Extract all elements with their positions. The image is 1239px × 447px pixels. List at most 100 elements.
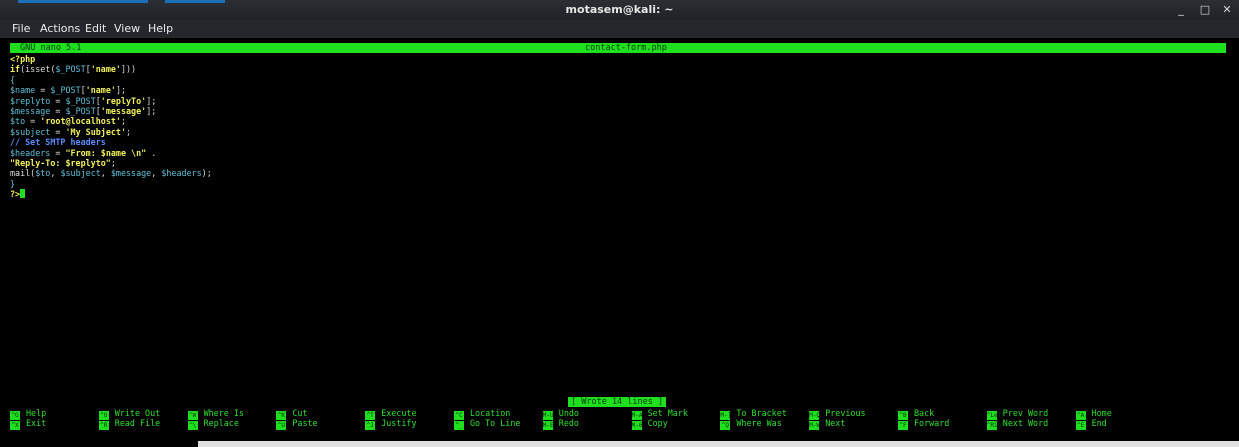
code-token: = bbox=[25, 116, 41, 127]
shortcut-label: Read File bbox=[114, 418, 161, 429]
shortcut-item: ^E End bbox=[1075, 418, 1107, 431]
shortcut-item: ^_ Go To Line bbox=[454, 418, 521, 431]
shortcut-item: ^R Read File bbox=[98, 418, 161, 431]
code-token: $replyto bbox=[10, 95, 51, 106]
shortcut-item: ^F Forward bbox=[898, 418, 950, 431]
code-line: $headers = "From: $name \n" . bbox=[10, 148, 212, 158]
code-token: 'My Subject' bbox=[65, 126, 126, 137]
menu-edit[interactable]: Edit bbox=[85, 22, 106, 35]
code-token: = bbox=[35, 85, 51, 96]
code-token: ; bbox=[126, 126, 132, 137]
code-token: = bbox=[50, 147, 66, 158]
code-token: ]; bbox=[146, 95, 157, 106]
code-line: // Set SMTP headers bbox=[10, 137, 212, 147]
shortcut-label: Cut bbox=[292, 408, 308, 418]
code-token: 'name' bbox=[90, 64, 121, 75]
shortcut-item: M-W Next bbox=[809, 418, 846, 431]
menu-file[interactable]: File bbox=[12, 22, 30, 35]
shortcut-item: ^X Exit bbox=[10, 418, 47, 431]
code-token: . bbox=[146, 147, 157, 158]
code-token: = bbox=[50, 105, 66, 116]
shortcut-item: M-E Redo bbox=[542, 418, 579, 431]
code-token: { bbox=[10, 74, 16, 85]
menu-view[interactable]: View bbox=[114, 22, 140, 35]
code-token: $headers bbox=[10, 147, 51, 158]
shortcut-key: ^Right bbox=[986, 421, 1009, 431]
shortcut-key: ^R bbox=[98, 421, 109, 431]
code-line: $to = 'root@localhost'; bbox=[10, 116, 212, 126]
code-line: $subject = 'My Subject'; bbox=[10, 127, 212, 137]
nano-header: GNU nano 5.1 contact-form.php bbox=[10, 43, 1226, 53]
shortcut-label: Forward bbox=[914, 418, 950, 429]
shortcut-label: Write Out bbox=[114, 408, 161, 418]
shortcut-label: Justify bbox=[381, 418, 417, 429]
window-title: motasem@kali: ~ bbox=[565, 3, 674, 16]
close-icon[interactable]: ✕ bbox=[1220, 3, 1234, 16]
shortcut-label: Where Was bbox=[736, 418, 782, 429]
menu-actions[interactable]: Actions bbox=[40, 22, 80, 35]
shortcut-key: ^E bbox=[1075, 421, 1086, 431]
code-token: $message bbox=[10, 105, 51, 116]
terminal[interactable]: GNU nano 5.1 contact-form.php <?php if(is… bbox=[0, 38, 1239, 443]
code-token: $_POST bbox=[50, 85, 81, 96]
shortcut-label: Help bbox=[26, 408, 47, 418]
code-line: $replyto = $_POST['replyTo']; bbox=[10, 96, 212, 106]
code-token: $_POST bbox=[65, 105, 96, 116]
window-titlebar: motasem@kali: ~ _ □ ✕ bbox=[0, 0, 1239, 20]
status-message: [ Wrote 14 lines ] bbox=[568, 397, 667, 407]
code-token: ); bbox=[201, 168, 212, 179]
code-token: , bbox=[100, 168, 111, 179]
shortcut-label: Location bbox=[470, 408, 511, 418]
shortcut-key: ^F bbox=[898, 421, 908, 431]
shortcut-label: Prev Word bbox=[1002, 408, 1049, 418]
file-name: contact-form.php bbox=[585, 43, 667, 53]
code-token: mail( bbox=[10, 168, 36, 179]
shortcut-key: ^X bbox=[10, 421, 20, 431]
code-token: $subject bbox=[60, 168, 101, 179]
code-line: if(isset($_POST['name'])) bbox=[10, 64, 212, 74]
code-token: $subject bbox=[10, 126, 51, 137]
code-token: <?php bbox=[10, 54, 36, 64]
code-editor[interactable]: <?php if(isset($_POST['name'])){$name = $… bbox=[10, 54, 212, 199]
code-token: , bbox=[151, 168, 162, 179]
code-token: ; bbox=[110, 157, 116, 168]
code-token: $to bbox=[10, 116, 26, 127]
code-token: ])) bbox=[120, 64, 137, 75]
shortcut-item: ^J Justify bbox=[365, 418, 417, 431]
code-token: ]; bbox=[115, 85, 127, 96]
code-token: "From: $name \n" bbox=[65, 147, 147, 158]
code-token: $to bbox=[35, 168, 51, 179]
shortcut-key: ^J bbox=[365, 421, 376, 431]
shortcut-item: ^Q Where Was bbox=[720, 418, 782, 431]
code-line: { bbox=[10, 75, 212, 85]
maximize-icon[interactable]: □ bbox=[1198, 3, 1212, 16]
shortcut-label: Replace bbox=[203, 418, 239, 429]
menu-help[interactable]: Help bbox=[148, 22, 173, 35]
shortcut-key: M-E bbox=[542, 421, 554, 431]
shortcut-label: Go To Line bbox=[470, 418, 521, 429]
shortcut-key: M-6 bbox=[631, 421, 643, 431]
text-cursor bbox=[20, 189, 26, 199]
minimize-icon[interactable]: _ bbox=[1174, 3, 1188, 16]
code-token: 'name' bbox=[85, 85, 116, 96]
code-line: <?php bbox=[10, 54, 212, 64]
shortcut-key: M-W bbox=[809, 421, 821, 431]
code-token: $name bbox=[10, 85, 36, 96]
shortcut-label: Back bbox=[914, 408, 935, 418]
shortcut-key: ^\ bbox=[187, 421, 198, 431]
shortcut-key: ^_ bbox=[454, 421, 464, 431]
shortcut-label: Redo bbox=[558, 418, 579, 429]
shortcut-key: ^U bbox=[276, 421, 287, 431]
shortcut-label: Next bbox=[825, 418, 846, 429]
shortcut-label: Set Mark bbox=[647, 408, 688, 418]
shortcut-item: M-6 Copy bbox=[631, 418, 668, 431]
shortcut-label: Where Is bbox=[203, 408, 244, 418]
code-line: ?> bbox=[10, 189, 212, 199]
shortcut-label: To Bracket bbox=[736, 408, 787, 418]
shortcut-label: Execute bbox=[381, 408, 417, 418]
code-token: $message bbox=[110, 168, 152, 179]
horizontal-scrollbar[interactable] bbox=[198, 441, 1239, 447]
shortcut-label: Exit bbox=[26, 418, 47, 429]
code-token: ?> bbox=[10, 189, 21, 200]
shortcut-item: ^U Paste bbox=[276, 418, 318, 431]
